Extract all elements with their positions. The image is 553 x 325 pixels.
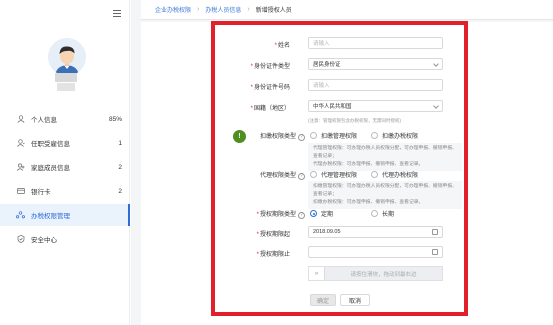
family-icon bbox=[16, 163, 25, 172]
sidebar-item-tax-permission[interactable]: 办税权限管理 bbox=[0, 204, 130, 226]
sidebar-item-label: 家庭成员信息 bbox=[31, 165, 70, 172]
user-icon bbox=[16, 115, 25, 124]
permission-icon bbox=[16, 211, 25, 220]
sidebar-item-family[interactable]: 家庭成员信息 2 bbox=[0, 156, 130, 178]
employee-icon bbox=[16, 139, 25, 148]
breadcrumb-current: 新增授权人员 bbox=[255, 8, 292, 14]
sidebar: 个人信息 85% 任职受雇信息 1 家庭成员信息 2 银行卡 2 办税权限管理 … bbox=[0, 0, 130, 325]
username-redacted-secondary bbox=[57, 83, 75, 91]
sidebar-item-count: 1 bbox=[118, 139, 122, 147]
bank-card-icon bbox=[16, 187, 25, 196]
sidebar-item-label: 银行卡 bbox=[31, 189, 51, 196]
avatar bbox=[48, 38, 86, 76]
highlight-frame bbox=[211, 21, 468, 316]
sidebar-item-employment[interactable]: 任职受雇信息 1 bbox=[0, 132, 130, 154]
shield-icon bbox=[16, 235, 25, 244]
breadcrumb: 企业办税权限 › 办税人员信息 › 新增授权人员 bbox=[141, 0, 553, 20]
breadcrumb-item[interactable]: 办税人员信息 bbox=[205, 5, 241, 14]
breadcrumb-item[interactable]: 企业办税权限 bbox=[155, 5, 191, 14]
username-redacted bbox=[55, 73, 77, 82]
sidebar-item-label: 任职受雇信息 bbox=[31, 141, 70, 148]
sidebar-item-bank-card[interactable]: 银行卡 2 bbox=[0, 180, 130, 202]
menu-toggle-icon[interactable] bbox=[113, 10, 121, 18]
sidebar-item-label: 个人信息 bbox=[31, 117, 57, 124]
sidebar-item-label: 安全中心 bbox=[31, 237, 57, 244]
sidebar-item-count: 85% bbox=[108, 115, 122, 123]
breadcrumb-separator-icon: › bbox=[247, 6, 250, 13]
breadcrumb-separator-icon: › bbox=[197, 6, 200, 13]
sidebar-item-label: 办税权限管理 bbox=[31, 213, 70, 220]
sidebar-item-count: 2 bbox=[118, 163, 122, 171]
sidebar-item-personal-info[interactable]: 个人信息 85% bbox=[0, 108, 130, 130]
sidebar-item-security[interactable]: 安全中心 bbox=[0, 228, 130, 250]
sidebar-item-count: 2 bbox=[118, 187, 122, 195]
